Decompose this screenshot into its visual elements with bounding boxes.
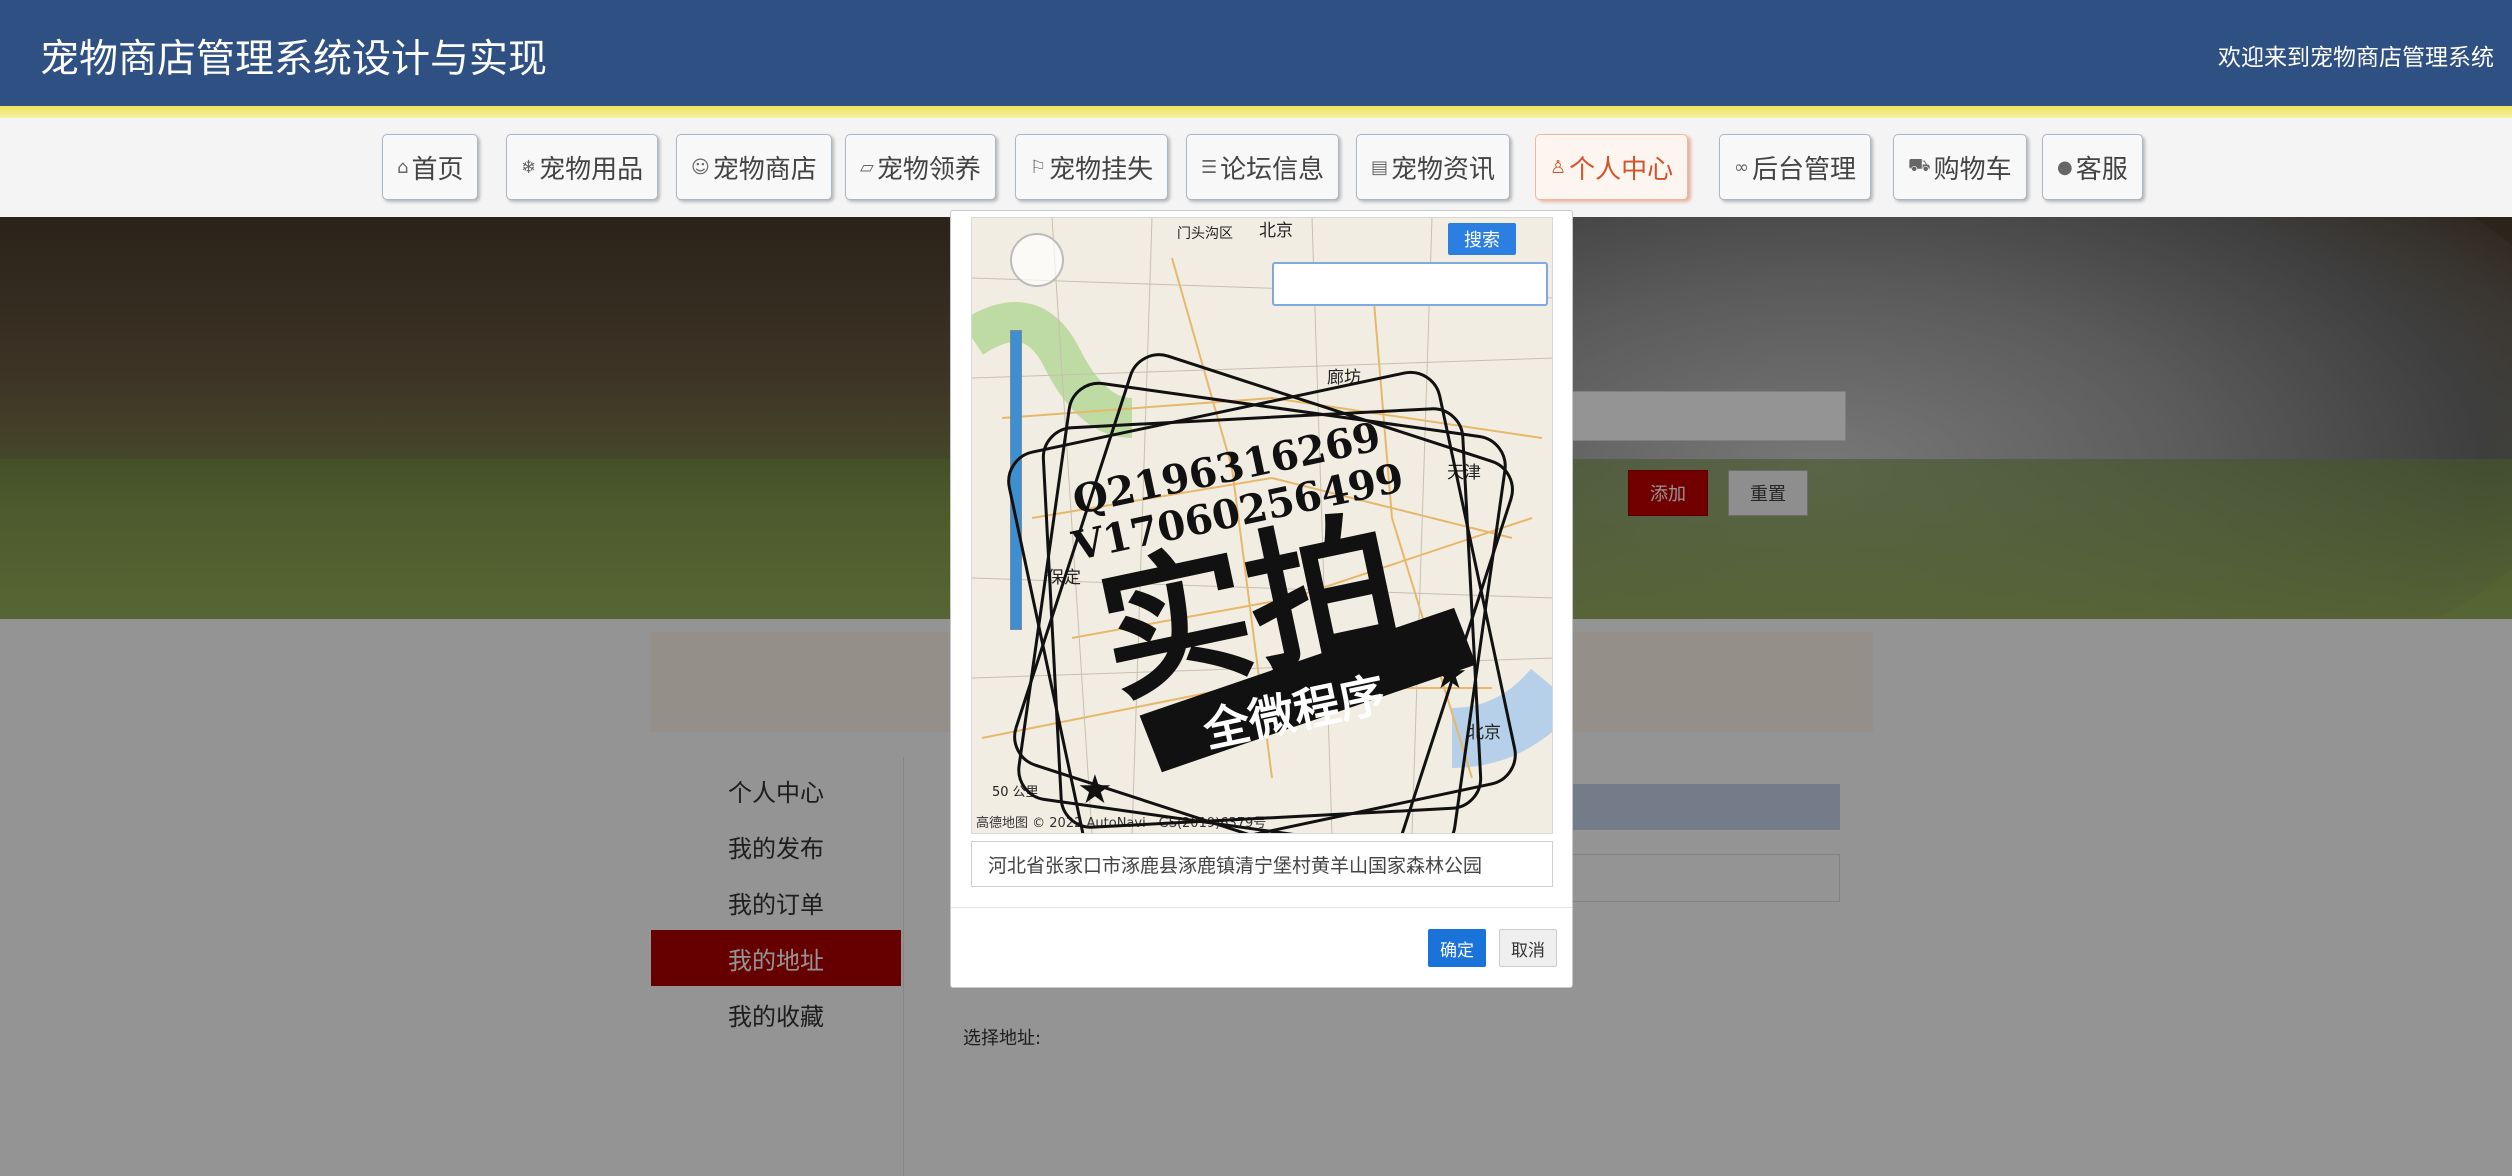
site-header: 宠物商店管理系统设计与实现 欢迎来到宠物商店管理系统 [0,0,2512,118]
user-icon: ♙ [1550,156,1567,178]
confirm-button[interactable]: 确定 [1428,929,1486,967]
site-title: 宠物商店管理系统设计与实现 [40,37,548,82]
nav-item-pet-news[interactable]: ▤ 宠物资讯 [1356,134,1511,200]
welcome-text: 欢迎来到宠物商店管理系统 [2218,45,2494,71]
flag-icon: ⚐ [1030,156,1047,178]
nav-item-cart[interactable]: ⛟ 购物车 [1893,134,2027,200]
cart-icon: ⛟ [1908,155,1931,176]
snowflake-icon: ❄ [521,156,537,178]
pet-icon: ☺ [691,156,710,178]
map-search-input[interactable] [1272,262,1548,306]
nav-item-pet-lost[interactable]: ⚐ 宠物挂失 [1015,134,1169,200]
map-label-beijing-top: 北京 [1259,221,1293,241]
nav-item-personal-center[interactable]: ♙ 个人中心 [1535,134,1689,200]
watermark-star-right: ★ [1432,652,1468,698]
selected-address-field[interactable]: 河北省张家口市涿鹿县涿鹿镇清宁堡村黄羊山国家森林公园 [971,841,1553,887]
map-pan-control[interactable] [1010,233,1064,287]
service-icon: ● [2057,156,2073,178]
link-icon: ∞ [1734,156,1749,178]
nav-item-forum[interactable]: ☰ 论坛信息 [1186,134,1340,200]
cancel-button[interactable]: 取消 [1499,929,1557,967]
watermark-stamp: Q2196316269 V17060256499 实拍 全微程序 ★ ★ [1007,353,1517,833]
watermark-star-left: ★ [1077,767,1113,813]
main-nav: ⌂ 首页 ❄ 宠物用品 ☺ 宠物商店 ▱ 宠物领养 ⚐ 宠物挂失 ☰ 论坛信息 ▤ 宠物资讯 … [0,118,2512,217]
nav-item-home[interactable]: ⌂ 首页 [382,134,479,200]
map-picker-dialog: 北京 天津 保定 廊坊 门头沟区 北京 搜索 50 公里 高德地图 © 2022… [950,210,1573,988]
note-icon: ▱ [860,156,874,178]
map-label-mentougou: 门头沟区 [1177,226,1233,242]
nav-item-pet-supplies[interactable]: ❄ 宠物用品 [506,134,659,200]
home-icon: ⌂ [397,156,409,178]
sliders-icon: ☰ [1201,156,1218,178]
nav-item-pet-store[interactable]: ☺ 宠物商店 [676,134,832,200]
nav-item-admin[interactable]: ∞ 后台管理 [1719,134,1872,200]
map-search-button[interactable]: 搜索 [1448,223,1516,255]
news-icon: ▤ [1371,156,1389,178]
dialog-divider [951,907,1572,908]
header-accent-stripe [0,106,2512,118]
nav-item-customer-service[interactable]: ● 客服 [2042,134,2143,200]
nav-item-pet-adoption[interactable]: ▱ 宠物领养 [845,134,996,200]
map-view[interactable]: 北京 天津 保定 廊坊 门头沟区 北京 搜索 50 公里 高德地图 © 2022… [971,217,1553,834]
